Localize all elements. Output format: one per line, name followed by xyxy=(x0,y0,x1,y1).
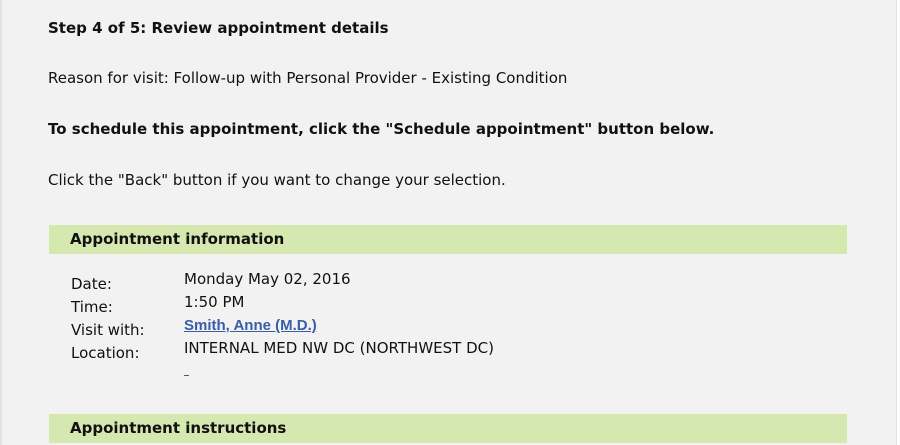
back-button-note: Click the "Back" button if you want to c… xyxy=(48,171,506,189)
step-title: Step 4 of 5: Review appointment details xyxy=(48,19,389,37)
location-details-link[interactable] xyxy=(184,369,189,376)
time-label: Time: xyxy=(71,298,113,316)
time-value: 1:50 PM xyxy=(184,293,245,311)
location-label: Location: xyxy=(71,344,140,362)
location-value: INTERNAL MED NW DC (NORTHWEST DC) xyxy=(184,339,494,357)
date-label: Date: xyxy=(71,275,112,293)
date-value: Monday May 02, 2016 xyxy=(184,270,351,288)
appointment-information-header: Appointment information xyxy=(49,225,847,254)
schedule-instruction: To schedule this appointment, click the … xyxy=(48,120,715,138)
provider-link[interactable]: Smith, Anne (M.D.) xyxy=(184,317,317,334)
appointment-review-page: Step 4 of 5: Review appointment details … xyxy=(0,0,897,445)
visit-with-label: Visit with: xyxy=(71,321,145,339)
appointment-instructions-header: Appointment instructions xyxy=(49,414,847,443)
reason-for-visit: Reason for visit: Follow-up with Persona… xyxy=(48,69,568,87)
provider-value: Smith, Anne (M.D.) xyxy=(184,316,317,334)
